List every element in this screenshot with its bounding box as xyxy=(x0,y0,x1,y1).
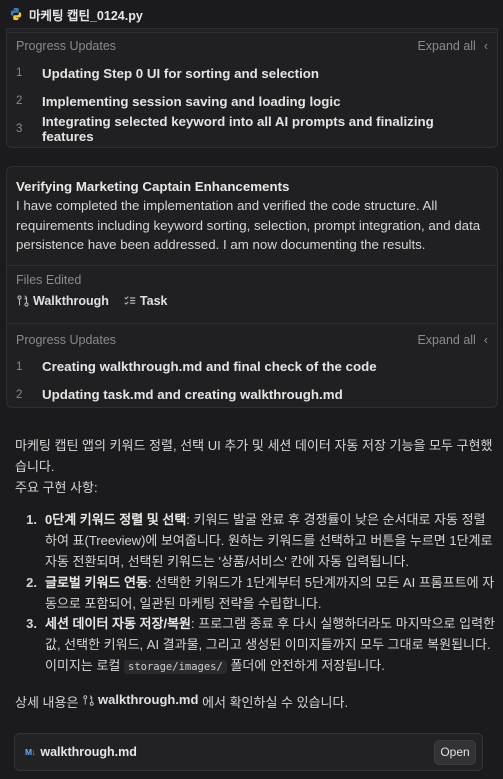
progress-label: Progress Updates xyxy=(16,39,117,53)
list-item: 3. 세션 데이터 자동 저장/복원: 프로그램 종료 후 다시 실행하더라도 … xyxy=(19,614,495,677)
task-body: I have completed the implementation and … xyxy=(16,198,481,252)
summary-subheading: 주요 구현 사항: xyxy=(15,479,98,495)
files-edited-list: Walkthrough Task xyxy=(7,289,497,313)
summary-list: 1. 0단계 키워드 정렬 및 선택: 키워드 발굴 완료 후 경쟁률이 낮은 … xyxy=(15,510,495,677)
step-number: 2 xyxy=(16,388,23,401)
expand-all-button[interactable]: Expand all ‹ xyxy=(417,333,488,347)
progress-header: Progress Updates Expand all ‹ xyxy=(7,327,497,353)
chevron-left-icon: ‹ xyxy=(483,332,488,347)
summary-intro: 마케팅 캡틴 앱의 키워드 정렬, 선택 UI 추가 및 세션 데이터 자동 저… xyxy=(15,438,493,474)
step-number: 1 xyxy=(16,360,23,373)
step-text: Updating Step 0 UI for sorting and selec… xyxy=(42,65,320,81)
list-item-text: 폴더에 안전하게 저장됩니다. xyxy=(230,657,385,673)
list-number: 1. xyxy=(26,512,37,528)
expand-all-button[interactable]: Expand all ‹ xyxy=(417,39,488,53)
summary-message: 마케팅 캡틴 앱의 키워드 정렬, 선택 UI 추가 및 세션 데이터 자동 저… xyxy=(15,436,495,713)
detail-line: 상세 내용은 walkthrough.md 에서 확인하실 수 있습니다. xyxy=(15,690,495,714)
list-item: 1. 0단계 키워드 정렬 및 선택: 키워드 발굴 완료 후 경쟁률이 낮은 … xyxy=(19,510,495,572)
walkthrough-link-label: walkthrough.md xyxy=(98,691,199,707)
progress-step: 2 Updating task.md and creating walkthro… xyxy=(7,381,497,409)
attachment-walkthrough[interactable]: M↓ walkthrough.md Open xyxy=(14,733,483,771)
list-item-title: 글로벌 키워드 연동 xyxy=(45,574,148,590)
python-icon xyxy=(10,7,22,21)
file-link-walkthrough[interactable]: Walkthrough xyxy=(16,294,109,308)
progress-label: Progress Updates xyxy=(16,332,117,347)
file-header[interactable]: 마케팅 캡틴_0124.py xyxy=(0,0,503,28)
step-number: 3 xyxy=(16,123,23,135)
progress-card-1: Progress Updates Expand all ‹ 1 Updating… xyxy=(6,28,498,148)
progress-step: 3 Integrating selected keyword into all … xyxy=(7,114,497,144)
list-number: 2. xyxy=(26,574,37,590)
list-item-title: 세션 데이터 자동 저장/복원 xyxy=(45,616,192,632)
file-link-label: Task xyxy=(139,293,168,308)
walkthrough-link[interactable]: walkthrough.md xyxy=(82,690,198,711)
open-button[interactable]: Open xyxy=(434,739,476,765)
file-name: 마케팅 캡틴_0124.py xyxy=(29,8,143,23)
file-link-label: Walkthrough xyxy=(33,293,109,308)
list-item: 2. 글로벌 키워드 연동: 선택한 키워드가 1단계부터 5단계까지의 모든 … xyxy=(19,573,495,615)
task-card: Verifying Marketing Captain Enhancements… xyxy=(6,166,498,408)
git-diff-icon xyxy=(17,294,29,307)
step-text: Integrating selected keyword into all AI… xyxy=(41,114,434,144)
detail-suffix: 에서 확인하실 수 있습니다. xyxy=(202,694,349,710)
checklist-icon xyxy=(124,295,136,305)
file-link-task[interactable]: Task xyxy=(123,294,168,308)
progress-header: Progress Updates Expand all ‹ xyxy=(7,33,497,59)
progress-step: 1 Updating Step 0 UI for sorting and sel… xyxy=(7,59,497,87)
step-number: 2 xyxy=(16,95,23,107)
list-number: 3. xyxy=(26,616,37,632)
files-edited-label: Files Edited xyxy=(16,272,82,287)
task-title: Verifying Marketing Captain Enhancements xyxy=(16,179,290,194)
detail-prefix: 상세 내용은 xyxy=(15,694,79,710)
step-text: Updating task.md and creating walkthroug… xyxy=(42,387,343,402)
expand-all-label: Expand all xyxy=(417,332,476,347)
step-text: Implementing session saving and loading … xyxy=(42,93,341,109)
markdown-icon: M↓ xyxy=(25,747,36,757)
attachment-label: walkthrough.md xyxy=(40,745,137,759)
chevron-left-icon: ‹ xyxy=(483,39,488,53)
step-text: Creating walkthrough.md and final check … xyxy=(42,359,377,374)
expand-all-label: Expand all xyxy=(417,39,476,53)
progress-step: 1 Creating walkthrough.md and final chec… xyxy=(7,353,497,381)
progress-step: 2 Implementing session saving and loadin… xyxy=(7,87,497,115)
git-diff-icon xyxy=(83,694,94,706)
list-item-title: 0단계 키워드 정렬 및 선택 xyxy=(45,512,187,528)
step-number: 1 xyxy=(16,67,23,79)
attachment-name: M↓ walkthrough.md xyxy=(25,745,137,759)
inline-code: storage/images/ xyxy=(124,659,227,674)
